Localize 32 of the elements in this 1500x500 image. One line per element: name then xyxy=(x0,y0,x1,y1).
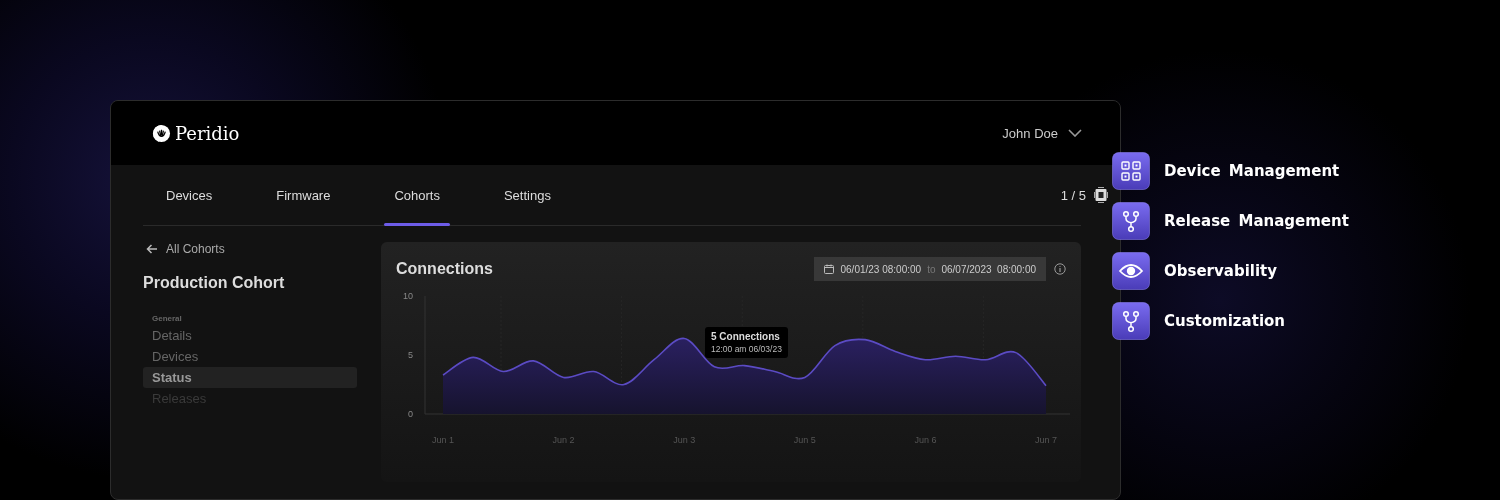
section-label: General xyxy=(152,314,183,323)
tooltip-time: 12:00 am 06/03/23 xyxy=(711,344,782,354)
tooltip-title: 5 Connections xyxy=(711,331,781,342)
back-link[interactable]: All Cohorts xyxy=(143,242,381,256)
y-tick-label: 10 xyxy=(403,291,413,301)
y-tick-label: 0 xyxy=(408,409,413,419)
nav-tab[interactable]: Settings xyxy=(493,165,561,225)
branch-icon xyxy=(1112,302,1150,340)
branch-icon xyxy=(1112,202,1150,240)
sidebar-item[interactable]: Status xyxy=(143,367,357,388)
arrow-left-icon xyxy=(146,244,158,254)
feature-label: Device Management xyxy=(1164,162,1340,180)
eye-icon xyxy=(1112,252,1150,290)
info-icon[interactable] xyxy=(1054,263,1066,275)
nav-tab[interactable]: Firmware xyxy=(266,165,341,225)
chip-icon[interactable] xyxy=(1094,187,1108,203)
grid-icon xyxy=(1112,152,1150,190)
page-counter: 1 / 5 xyxy=(1060,187,1086,203)
page-title: Production Cohort xyxy=(143,274,286,292)
y-tick-label: 5 xyxy=(408,350,413,360)
feature-label: Customization xyxy=(1164,312,1285,330)
calendar-icon xyxy=(824,264,835,274)
chevron-down-icon[interactable] xyxy=(1068,129,1082,137)
feature-label: Observability xyxy=(1164,262,1277,280)
feature-label: Release Management xyxy=(1164,212,1349,230)
nav-tab[interactable]: Devices xyxy=(156,165,223,225)
date-range-picker[interactable]: 06/01/23 08:00:00 to 06/07/2023 08:00:00 xyxy=(814,257,1046,281)
card-title: Connections xyxy=(396,260,493,278)
logo-icon xyxy=(152,123,171,143)
brand-name: Peridio xyxy=(175,122,240,144)
nav-tab[interactable]: Cohorts xyxy=(384,165,450,225)
user-name[interactable]: John Doe xyxy=(1002,125,1058,141)
